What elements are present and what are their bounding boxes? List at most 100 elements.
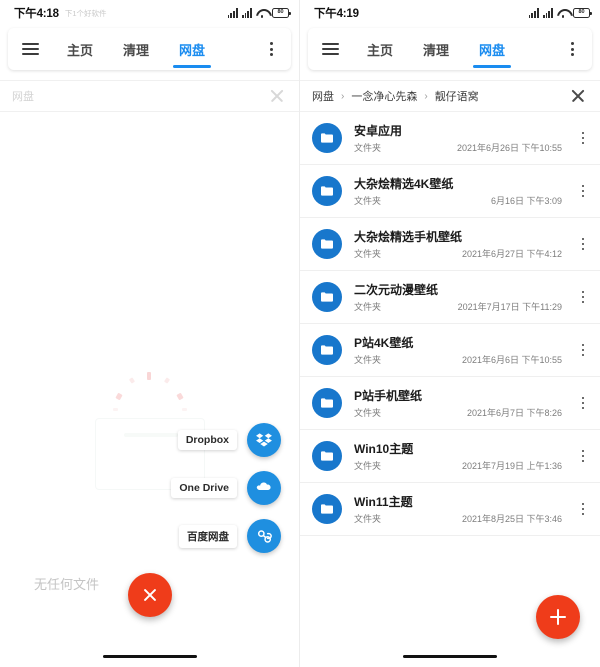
- empty-state-message: 无任何文件: [34, 574, 99, 593]
- file-meta: 文件夹 2021年6月26日 下午10:55: [354, 141, 570, 154]
- signal-bars-icon-2: [242, 8, 252, 18]
- file-name: P站手机壁纸: [354, 387, 570, 404]
- file-meta: 文件夹 2021年6月27日 下午4:12: [354, 247, 570, 260]
- tab-home[interactable]: 主页: [352, 28, 408, 70]
- file-date: 2021年6月7日 下午8:26: [467, 406, 570, 419]
- file-type: 文件夹: [354, 247, 381, 260]
- close-fab-button[interactable]: [128, 573, 172, 617]
- speed-dial-item-dropbox[interactable]: Dropbox: [178, 423, 281, 457]
- hamburger-icon[interactable]: [308, 28, 352, 70]
- row-kebab-menu-icon[interactable]: [570, 132, 596, 145]
- row-kebab-menu-icon[interactable]: [570, 185, 596, 198]
- plus-icon: [550, 609, 566, 625]
- phone-screen-right: 下午4:19 80 主页 清理 网盘 网盘 ›: [300, 0, 600, 667]
- file-type: 文件夹: [354, 353, 381, 366]
- speed-dial-item-onedrive[interactable]: One Drive: [171, 471, 281, 505]
- breadcrumb-item-1[interactable]: 一念净心先森: [351, 88, 417, 104]
- row-kebab-menu-icon[interactable]: [570, 397, 596, 410]
- file-date: 2021年8月25日 下午3:46: [462, 512, 570, 525]
- file-type: 文件夹: [354, 406, 381, 419]
- table-row[interactable]: 安卓应用 文件夹 2021年6月26日 下午10:55: [300, 112, 600, 165]
- table-row[interactable]: P站4K壁纸 文件夹 2021年6月6日 下午10:55: [300, 324, 600, 377]
- folder-icon: [312, 176, 342, 206]
- close-icon[interactable]: [267, 86, 287, 106]
- row-kebab-menu-icon[interactable]: [570, 291, 596, 304]
- row-kebab-menu-icon[interactable]: [570, 450, 596, 463]
- file-date: 2021年7月19日 上午1:36: [462, 459, 570, 472]
- file-date: 6月16日 下午3:09: [491, 194, 570, 207]
- file-info: 二次元动漫壁纸 文件夹 2021年7月17日 下午11:29: [354, 281, 570, 313]
- row-kebab-menu-icon[interactable]: [570, 238, 596, 251]
- tab-home[interactable]: 主页: [52, 28, 108, 70]
- battery-icon: 80: [573, 8, 590, 18]
- file-type: 文件夹: [354, 512, 381, 525]
- signal-bars-icon-1: [529, 8, 539, 18]
- tab-clean[interactable]: 清理: [108, 28, 164, 70]
- gesture-bar: [300, 645, 600, 667]
- speed-dial-label-onedrive: One Drive: [171, 478, 237, 498]
- breadcrumb: 网盘: [12, 88, 267, 104]
- file-date: 2021年7月17日 下午11:29: [458, 300, 570, 313]
- file-info: P站手机壁纸 文件夹 2021年6月7日 下午8:26: [354, 387, 570, 419]
- tab-clean[interactable]: 清理: [408, 28, 464, 70]
- breadcrumb-item-2[interactable]: 靓仔语窝: [435, 88, 479, 104]
- close-icon[interactable]: [568, 86, 588, 106]
- file-meta: 文件夹 2021年7月19日 上午1:36: [354, 459, 570, 472]
- breadcrumb-item-root[interactable]: 网盘: [12, 88, 34, 104]
- status-bar: 下午4:19 80: [300, 0, 600, 26]
- onedrive-icon[interactable]: [247, 471, 281, 505]
- file-date: 2021年6月26日 下午10:55: [457, 141, 570, 154]
- file-name: Win11主题: [354, 493, 570, 510]
- table-row[interactable]: 大杂烩精选手机壁纸 文件夹 2021年6月27日 下午4:12: [300, 218, 600, 271]
- status-time: 下午4:18: [14, 5, 59, 21]
- close-icon: [138, 584, 161, 607]
- file-meta: 文件夹 2021年8月25日 下午3:46: [354, 512, 570, 525]
- phone-screen-left: 下午4:18 下1个好软件 80 主页 清理 网盘 网盘: [0, 0, 300, 667]
- table-row[interactable]: P站手机壁纸 文件夹 2021年6月7日 下午8:26: [300, 377, 600, 430]
- tab-bar: 主页 清理 网盘: [52, 28, 251, 70]
- file-info: 大杂烩精选手机壁纸 文件夹 2021年6月27日 下午4:12: [354, 228, 570, 260]
- file-meta: 文件夹 2021年6月7日 下午8:26: [354, 406, 570, 419]
- file-name: 大杂烩精选4K壁纸: [354, 175, 570, 192]
- battery-level: 80: [277, 10, 283, 16]
- status-icons: 80: [228, 8, 289, 18]
- breadcrumb-item-root[interactable]: 网盘: [312, 88, 334, 104]
- file-meta: 文件夹 2021年7月17日 下午11:29: [354, 300, 570, 313]
- battery-icon: 80: [272, 8, 289, 18]
- breadcrumb-bar: 网盘 › 一念净心先森 › 靓仔语窝: [300, 80, 600, 112]
- file-name: 大杂烩精选手机壁纸: [354, 228, 570, 245]
- status-watermark: 下1个好软件: [65, 8, 107, 19]
- dropbox-icon[interactable]: [247, 423, 281, 457]
- hamburger-icon[interactable]: [8, 28, 52, 70]
- row-kebab-menu-icon[interactable]: [570, 344, 596, 357]
- file-name: 安卓应用: [354, 122, 570, 139]
- folder-icon: [312, 494, 342, 524]
- speed-dial-item-baidu[interactable]: 百度网盘: [179, 519, 281, 553]
- table-row[interactable]: Win11主题 文件夹 2021年8月25日 下午3:46: [300, 483, 600, 536]
- empty-state-area: 无任何文件 Dropbox One Drive: [0, 112, 299, 645]
- kebab-menu-icon[interactable]: [251, 28, 291, 70]
- file-type: 文件夹: [354, 459, 381, 472]
- folder-icon: [312, 229, 342, 259]
- tab-cloud-drive[interactable]: 网盘: [464, 28, 520, 70]
- dual-screenshot-container: 下午4:18 下1个好软件 80 主页 清理 网盘 网盘: [0, 0, 600, 667]
- baidu-netdisk-icon[interactable]: [247, 519, 281, 553]
- file-name: 二次元动漫壁纸: [354, 281, 570, 298]
- table-row[interactable]: Win10主题 文件夹 2021年7月19日 上午1:36: [300, 430, 600, 483]
- kebab-menu-icon[interactable]: [552, 28, 592, 70]
- status-time: 下午4:19: [314, 5, 359, 21]
- file-info: 安卓应用 文件夹 2021年6月26日 下午10:55: [354, 122, 570, 154]
- add-fab-button[interactable]: [536, 595, 580, 639]
- tab-cloud-drive[interactable]: 网盘: [164, 28, 220, 70]
- folder-icon: [312, 441, 342, 471]
- file-name: Win10主题: [354, 440, 570, 457]
- app-bar-wrapper: 主页 清理 网盘: [0, 26, 299, 70]
- row-kebab-menu-icon[interactable]: [570, 503, 596, 516]
- folder-icon: [312, 335, 342, 365]
- file-list[interactable]: 安卓应用 文件夹 2021年6月26日 下午10:55 大杂烩精选4K壁纸 文件…: [300, 112, 600, 645]
- speed-dial-label-dropbox: Dropbox: [178, 430, 237, 450]
- file-info: Win10主题 文件夹 2021年7月19日 上午1:36: [354, 440, 570, 472]
- table-row[interactable]: 大杂烩精选4K壁纸 文件夹 6月16日 下午3:09: [300, 165, 600, 218]
- table-row[interactable]: 二次元动漫壁纸 文件夹 2021年7月17日 下午11:29: [300, 271, 600, 324]
- app-bar: 主页 清理 网盘: [308, 28, 592, 70]
